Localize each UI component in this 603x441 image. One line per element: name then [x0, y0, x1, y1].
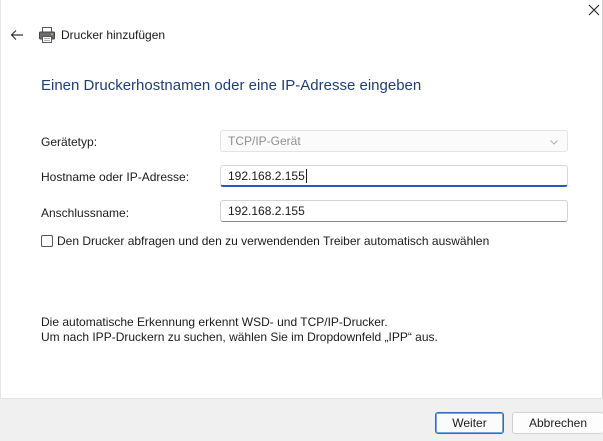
hostname-value: 192.168.2.155 — [228, 168, 305, 183]
text-caret — [305, 168, 307, 183]
query-printer-option[interactable]: Den Drucker abfragen und den zu verwende… — [41, 234, 489, 248]
printer-icon — [39, 27, 55, 43]
title-bar: Drucker hinzufügen — [0, 0, 603, 66]
close-button[interactable] — [586, 0, 603, 24]
port-name-input[interactable]: 192.168.2.155 — [220, 200, 568, 222]
hostname-label: Hostname oder IP-Adresse: — [41, 170, 190, 184]
dialog-footer: Weiter Abbrechen — [0, 398, 603, 441]
chevron-down-icon — [550, 140, 558, 145]
info-text-line-2: Um nach IPP-Druckern zu suchen, wählen S… — [41, 330, 438, 344]
back-button[interactable] — [8, 24, 26, 46]
query-printer-checkbox[interactable] — [41, 235, 53, 247]
arrow-left-icon — [10, 30, 23, 40]
info-text-line-1: Die automatische Erkennung erkennt WSD- … — [41, 315, 388, 329]
page-heading: Einen Druckerhostnamen oder eine IP-Adre… — [41, 77, 422, 94]
add-printer-dialog: Drucker hinzufügen Einen Druckerhostname… — [0, 0, 603, 441]
device-type-select: TCP/IP-Gerät — [220, 130, 568, 152]
cancel-button[interactable]: Abbrechen — [512, 412, 603, 434]
next-button[interactable]: Weiter — [435, 412, 504, 434]
device-type-value: TCP/IP-Gerät — [228, 134, 301, 148]
query-printer-label: Den Drucker abfragen und den zu verwende… — [57, 234, 490, 248]
hostname-input[interactable]: 192.168.2.155 — [220, 165, 568, 187]
port-name-label: Anschlussname: — [41, 206, 130, 220]
window-left-border — [0, 0, 1, 441]
close-icon — [588, 4, 600, 16]
port-name-value: 192.168.2.155 — [228, 204, 305, 218]
window-title: Drucker hinzufügen — [61, 28, 166, 42]
device-type-label: Gerätetyp: — [41, 135, 98, 149]
